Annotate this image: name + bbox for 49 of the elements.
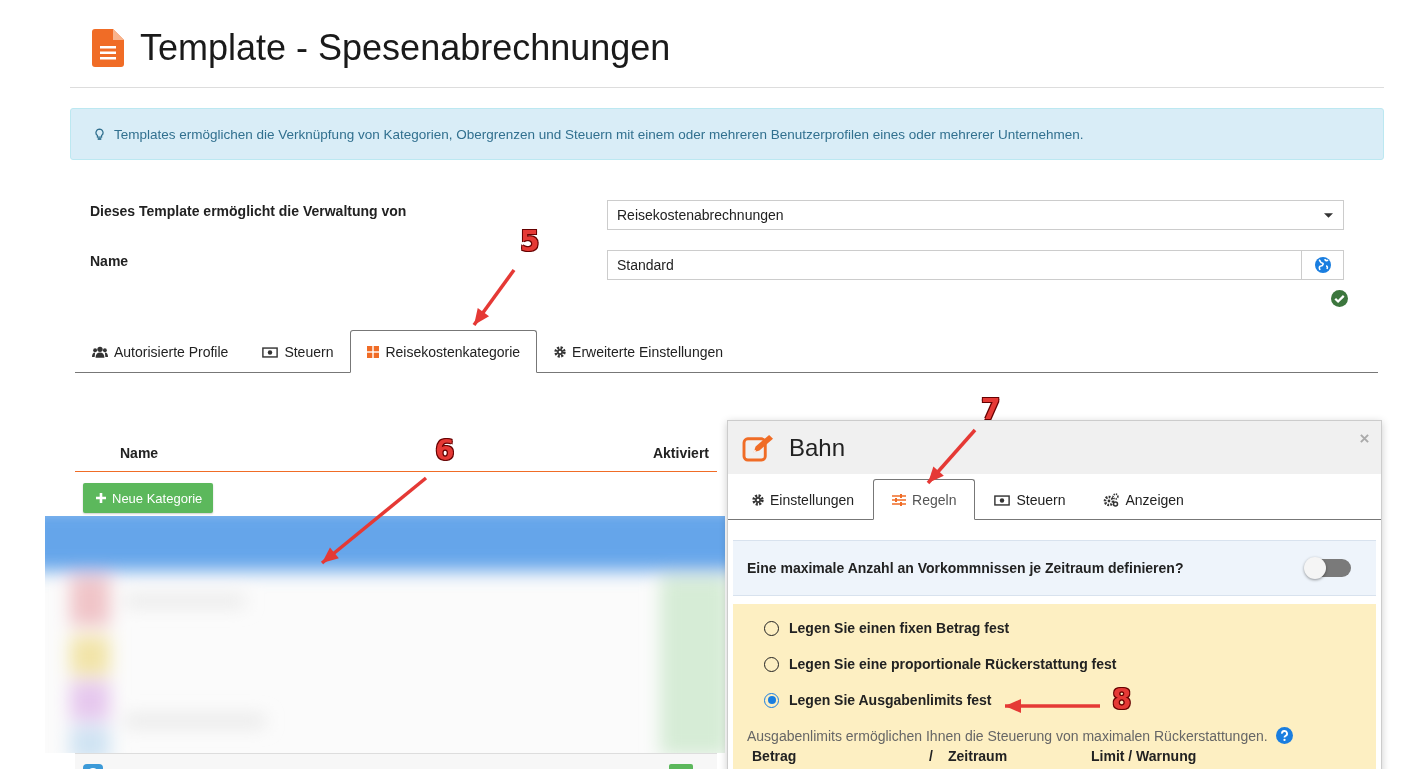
settings-icon xyxy=(554,346,567,358)
users-icon xyxy=(92,346,108,358)
sliders-icon xyxy=(892,493,907,506)
help-icon[interactable] xyxy=(1275,727,1293,744)
translate-button[interactable] xyxy=(1302,250,1344,280)
tab[interactable]: Regeln xyxy=(873,479,976,520)
gears-icon xyxy=(1103,493,1120,507)
caret-icon xyxy=(1324,212,1333,218)
hint-text: Ausgabenlimits ermöglichen Ihnen die Steuerung von maximalen Rückerstattungen. xyxy=(747,727,1268,744)
tab[interactable]: Steuern xyxy=(245,330,351,373)
column-header: / xyxy=(929,748,934,764)
annotation-number: 6 xyxy=(435,437,455,465)
plus-icon xyxy=(96,493,106,503)
document-icon xyxy=(92,28,124,67)
tab[interactable]: Reisekostenkategorie xyxy=(350,330,538,373)
edit-icon xyxy=(742,433,775,462)
annotation-number: 7 xyxy=(981,396,1001,424)
page-title: Template - Spesenabrechnungen xyxy=(140,26,671,69)
radio-label[interactable]: Legen Sie Ausgabenlimits fest xyxy=(789,692,992,708)
field-label: Dieses Template ermöglicht die Verwaltung von xyxy=(89,202,408,219)
info-text: Templates ermöglichen die Verknüpfung von Kategorien, Obergrenzen und Steuern mit einem oder mehreren Benutzerprofilen eines oder mehrerer Unternehmen. xyxy=(114,126,1084,142)
toggle-switch[interactable] xyxy=(1306,559,1351,577)
column-header: Aktiviert xyxy=(652,445,709,461)
annotation-number: 8 xyxy=(1112,686,1132,714)
grid-icon xyxy=(367,345,380,358)
column-header: Name xyxy=(120,445,159,461)
field-label: Name xyxy=(89,252,130,269)
column-header: Betrag xyxy=(752,748,798,764)
template-type-select[interactable]: Reisekostenabrechnungen xyxy=(607,200,1344,230)
tab[interactable]: Einstellungen xyxy=(733,479,874,520)
tab[interactable]: Steuern xyxy=(975,479,1085,520)
column-header: Limit / Warnung xyxy=(1091,748,1197,764)
annotation-arrow xyxy=(472,268,516,327)
setting-label: Eine maximale Anzahl an Vorkommnissen je Zeitraum definieren? xyxy=(747,560,1184,576)
annotation-arrow xyxy=(926,428,977,485)
column-header: Zeitraum xyxy=(948,748,1009,764)
lightbulb-icon xyxy=(95,127,104,141)
radio-label[interactable]: Legen Sie eine proportionale Rückerstattung fest xyxy=(789,656,1117,672)
tab[interactable]: Anzeigen xyxy=(1084,479,1203,520)
name-field[interactable]: Standard xyxy=(607,250,1302,280)
radio-label[interactable]: Legen Sie einen fixen Betrag fest xyxy=(789,620,1010,636)
banknote-icon xyxy=(262,346,279,358)
dialog-title: Bahn xyxy=(789,433,846,462)
tab[interactable]: Autorisierte Profile xyxy=(75,330,246,373)
settings-icon xyxy=(752,494,764,506)
banknote-icon xyxy=(994,494,1011,506)
tab[interactable]: Erweiterte Einstellungen xyxy=(537,330,741,373)
annotation-number: 5 xyxy=(520,228,540,256)
globe-icon xyxy=(1314,257,1331,273)
